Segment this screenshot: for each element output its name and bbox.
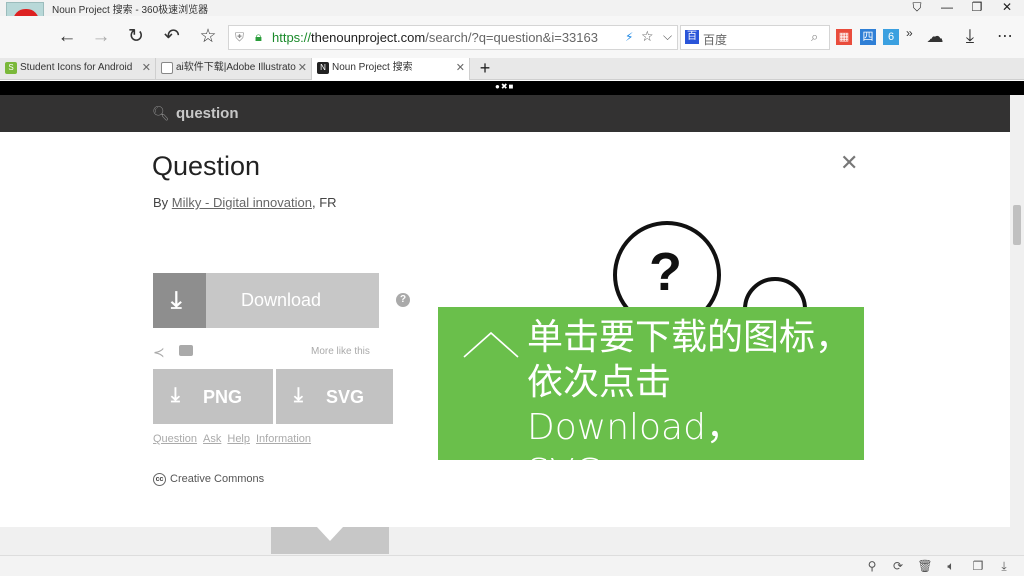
speaker-icon[interactable]: 🔈︎ bbox=[941, 558, 961, 574]
byline-prefix: By bbox=[153, 195, 172, 210]
tab-favicon-icon: N bbox=[317, 62, 329, 74]
menu-dots-icon[interactable]: ⋯ bbox=[992, 24, 1018, 50]
sync-icon[interactable]: ⟳ bbox=[888, 558, 908, 574]
download-arrow-icon: ⤓ bbox=[171, 384, 180, 406]
overlay-line-3: SVG bbox=[527, 452, 603, 493]
translate-icon[interactable]: 四 bbox=[860, 29, 876, 45]
tag-link-question[interactable]: Question bbox=[153, 433, 197, 445]
trash-icon[interactable]: 🗑︎ bbox=[915, 558, 935, 574]
tab-favicon-icon: S bbox=[5, 62, 17, 74]
more-extensions-icon[interactable]: » bbox=[906, 26, 913, 40]
tab-close-icon[interactable]: ✕ bbox=[455, 58, 465, 78]
png-label: PNG bbox=[203, 387, 243, 407]
cloud-icon[interactable]: ☁ bbox=[922, 24, 948, 50]
maximize-button[interactable]: ❐ bbox=[962, 0, 992, 16]
tab-close-icon[interactable]: ✕ bbox=[141, 58, 151, 78]
apps-icon[interactable]: ▦ bbox=[836, 29, 852, 45]
byline: By Milky - Digital innovation, FR bbox=[153, 195, 337, 210]
url-scheme: https:// bbox=[272, 30, 312, 45]
page-title: Question bbox=[152, 151, 261, 181]
search-icon[interactable]: ⌕ bbox=[811, 29, 818, 45]
tag-links: Question Ask Help Information bbox=[153, 433, 317, 445]
minimize-button[interactable]: — bbox=[932, 0, 962, 16]
help-icon[interactable]: ? bbox=[396, 293, 410, 307]
reload-button[interactable]: ↻ bbox=[123, 24, 149, 50]
download-icon[interactable]: ⤓ bbox=[957, 24, 983, 50]
shirt-icon[interactable]: ⛉ bbox=[902, 0, 932, 16]
byline-suffix: , FR bbox=[311, 195, 337, 210]
baidu-icon: 百 bbox=[685, 30, 699, 44]
chevron-down-icon[interactable]: ⌵ bbox=[663, 29, 672, 44]
page-footer-area bbox=[0, 527, 1010, 555]
download-arrow-icon: ⤓ bbox=[153, 273, 206, 328]
tab-label: Student Icons for Android bbox=[20, 62, 133, 73]
pin-icon[interactable]: ⚲ bbox=[862, 558, 882, 574]
overlay-line-1: 单击要下载的图标， bbox=[527, 317, 852, 358]
download-label: Download bbox=[241, 290, 322, 310]
svg-button[interactable]: ⤓ SVG bbox=[276, 369, 393, 424]
window-icon[interactable]: ❐ bbox=[968, 558, 988, 574]
new-tab-button[interactable]: + bbox=[474, 58, 496, 80]
tag-link-information[interactable]: Information bbox=[256, 433, 311, 445]
window-title: Noun Project 搜索 - 360极速浏览器 bbox=[52, 5, 209, 16]
briefcase-icon[interactable] bbox=[179, 345, 193, 356]
search-engine-box[interactable]: 百 百度 ⌕ bbox=[680, 25, 830, 50]
scrollbar-thumb[interactable] bbox=[1013, 205, 1021, 245]
undo-button[interactable]: ↶ bbox=[159, 24, 185, 50]
bookmark-star-icon[interactable]: ☆ bbox=[641, 28, 654, 45]
caret-up-icon bbox=[463, 331, 519, 358]
tab-label: Noun Project 搜索 bbox=[332, 62, 413, 73]
tag-link-ask[interactable]: Ask bbox=[203, 433, 221, 445]
tab-label: ai软件下载|Adobe Illustrato bbox=[176, 62, 296, 73]
tag-link-help[interactable]: Help bbox=[227, 433, 250, 445]
tab-favicon-icon bbox=[161, 62, 173, 74]
overlay-line-2: 依次点击Download， bbox=[527, 362, 742, 448]
more-like-this-link[interactable]: More like this bbox=[311, 346, 370, 357]
close-window-button[interactable]: ✕ bbox=[992, 0, 1022, 16]
tab-adobe-illustrator[interactable]: ai软件下载|Adobe Illustrato ✕ bbox=[156, 58, 312, 80]
close-icon[interactable]: ✕ bbox=[840, 150, 858, 176]
search-icon: 🔍︎ bbox=[152, 105, 170, 121]
url-text[interactable]: https://thenounproject.com/search/?q=que… bbox=[272, 30, 598, 45]
search-placeholder: 百度 bbox=[703, 33, 728, 47]
shield-icon: ⛨ bbox=[235, 30, 245, 44]
tab-student-icons[interactable]: S Student Icons for Android ✕ bbox=[0, 58, 156, 80]
instruction-overlay: 单击要下载的图标， 依次点击Download， SVG bbox=[438, 307, 864, 493]
download-arrow-icon: ⤓ bbox=[294, 384, 303, 406]
question-glyph: ? bbox=[649, 242, 682, 302]
creative-commons-icon: cc bbox=[153, 473, 166, 486]
back-button[interactable]: ← bbox=[54, 24, 80, 50]
speed-mode-icon[interactable]: ⚡︎ bbox=[625, 30, 633, 44]
license-label[interactable]: Creative Commons bbox=[170, 473, 264, 485]
scrollbar[interactable] bbox=[1010, 95, 1024, 555]
overlay-text: 单击要下载的图标， 依次点击Download， SVG bbox=[527, 315, 864, 495]
tab-close-icon[interactable]: ✕ bbox=[297, 58, 307, 78]
tab-noun-project[interactable]: N Noun Project 搜索 ✕ bbox=[312, 58, 470, 80]
url-domain: thenounproject.com bbox=[311, 30, 426, 45]
extension-6-icon[interactable]: 6 bbox=[883, 29, 899, 45]
logo-dots-icon: ●✖■ bbox=[495, 82, 515, 91]
forward-button[interactable]: → bbox=[88, 24, 114, 50]
lock-icon: 🔒︎ bbox=[255, 29, 262, 44]
favorite-star-button[interactable]: ☆ bbox=[195, 24, 221, 50]
url-path: /search/?q=question&i=33163 bbox=[425, 30, 598, 45]
site-search-input[interactable]: question bbox=[176, 105, 239, 122]
svg-label: SVG bbox=[326, 387, 365, 407]
png-button[interactable]: ⤓ PNG bbox=[153, 369, 273, 424]
download-status-icon[interactable]: ⤓ bbox=[994, 558, 1014, 574]
caret-down-icon bbox=[317, 527, 343, 541]
address-bar[interactable]: ⛨ 🔒︎ https://thenounproject.com/search/?… bbox=[228, 25, 678, 50]
share-icon[interactable]: ≺ bbox=[153, 344, 165, 361]
download-button[interactable]: ⤓ Download bbox=[153, 273, 379, 328]
author-link[interactable]: Milky - Digital innovation bbox=[172, 195, 312, 210]
